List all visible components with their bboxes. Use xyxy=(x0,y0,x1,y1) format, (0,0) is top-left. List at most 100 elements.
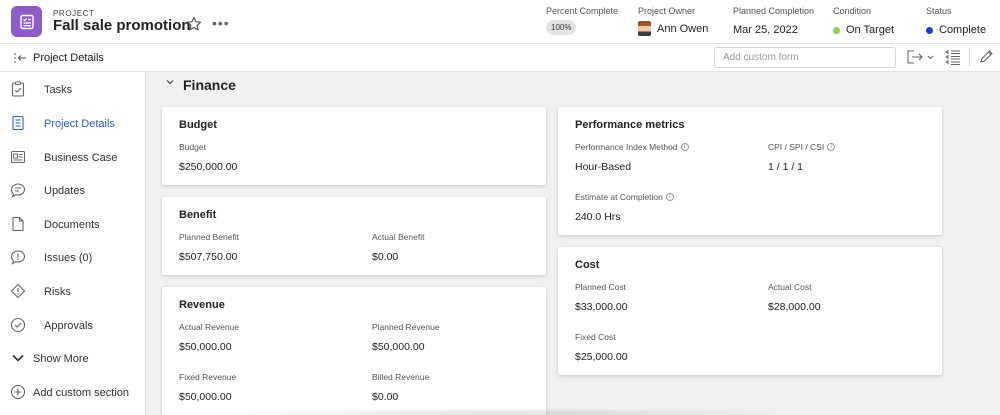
planned-completion-value[interactable]: Mar 25, 2022 xyxy=(733,24,814,36)
sidebar-item-tasks[interactable]: Tasks xyxy=(0,74,146,104)
project-icon xyxy=(11,6,42,37)
issues-icon xyxy=(10,250,26,265)
subbar-title: Project Details xyxy=(33,52,104,64)
favorite-star-icon[interactable] xyxy=(186,16,202,35)
updates-icon xyxy=(10,183,26,198)
field-value: 240.0 Hrs xyxy=(575,211,621,223)
revenue-card: Revenue Actual Revenue $50,000.00 Planne… xyxy=(162,287,546,415)
info-icon[interactable]: i xyxy=(680,143,689,151)
finance-collapse-toggle[interactable] xyxy=(165,77,175,87)
status-dot-icon xyxy=(926,26,933,34)
edit-pencil-icon[interactable] xyxy=(979,49,994,67)
field-value[interactable]: Hour-Based xyxy=(575,161,689,173)
planned-revenue-field: Planned Revenue $50,000.00 xyxy=(372,322,440,353)
field-label: Planned Cost xyxy=(575,282,627,292)
field-label: Fixed Revenue xyxy=(179,372,237,382)
fixed-revenue-field: Fixed Revenue $50,000.00 xyxy=(179,372,236,403)
header-bar: PROJECT Fall sale promotion ••• Percent … xyxy=(0,0,1000,44)
info-icon[interactable]: i xyxy=(827,143,836,151)
show-more-label: Show More xyxy=(33,353,89,365)
section-title-finance: Finance xyxy=(183,77,236,93)
field-label: Planned Revenue xyxy=(372,322,440,332)
sidebar-item-label: Updates xyxy=(44,185,85,197)
card-title: Performance metrics xyxy=(575,119,685,131)
sidebar-item-risks[interactable]: Risks xyxy=(0,276,146,306)
sub-toolbar: Project Details xyxy=(0,44,1000,72)
condition-label: Condition xyxy=(833,6,872,16)
estimate-at-completion-field: Estimate at Completion i 240.0 Hrs xyxy=(575,192,674,223)
sidebar-item-label: Project Details xyxy=(44,118,115,130)
card-title: Cost xyxy=(575,259,600,271)
chevron-down-icon xyxy=(12,354,24,362)
field-value[interactable]: $0.00 xyxy=(372,391,429,403)
field-value: 1 / 1 / 1 xyxy=(768,161,804,173)
field-value[interactable]: $50,000.00 xyxy=(179,341,239,353)
add-custom-section-button[interactable]: Add custom section xyxy=(0,377,146,407)
field-value[interactable]: $25,000.00 xyxy=(575,351,628,363)
field-label: Planned Benefit xyxy=(179,232,240,242)
sidebar-item-issues[interactable]: Issues (0) xyxy=(0,242,146,272)
project-owner-label: Project Owner xyxy=(638,6,696,16)
status-field: Status Complete xyxy=(926,6,986,36)
percent-complete-label: Percent Complete xyxy=(546,6,619,16)
condition-field: Condition On Target xyxy=(833,6,894,36)
sidebar-item-label: Issues (0) xyxy=(44,252,93,264)
field-value[interactable]: $507,750.00 xyxy=(179,251,239,263)
field-label: Fixed Cost xyxy=(575,332,616,342)
field-value[interactable]: $250,000.00 xyxy=(179,161,237,173)
info-icon[interactable]: i xyxy=(665,193,674,201)
sidebar: Tasks Project Details Business Case Upda… xyxy=(0,72,146,415)
sidebar-item-label: Approvals xyxy=(44,320,93,332)
sidebar-item-business-case[interactable]: Business Case xyxy=(0,142,146,172)
sidebar-item-updates[interactable]: Updates xyxy=(0,175,146,205)
export-icon[interactable] xyxy=(906,49,934,68)
list-view-icon[interactable] xyxy=(945,49,961,68)
cpi-spi-csi-field: CPI / SPI / CSI i 1 / 1 / 1 xyxy=(768,142,836,173)
toolbar-divider xyxy=(969,48,970,66)
owner-avatar xyxy=(638,21,651,36)
condition-value[interactable]: On Target xyxy=(846,24,894,36)
budget-card: Budget Budget $250,000.00 xyxy=(162,107,546,185)
budget-field: Budget $250,000.00 xyxy=(179,142,237,173)
field-label: Budget xyxy=(179,142,206,152)
planned-cost-field: Planned Cost $33,000.00 xyxy=(575,282,628,313)
collapse-panel-icon[interactable] xyxy=(13,52,27,67)
risks-icon xyxy=(10,283,26,299)
sidebar-item-label: Risks xyxy=(44,286,71,298)
card-title: Benefit xyxy=(179,209,217,221)
scroll-shadow xyxy=(200,408,800,415)
field-label: Performance Index Method xyxy=(575,142,678,152)
add-custom-form-input[interactable] xyxy=(714,47,896,68)
status-label: Status xyxy=(926,6,952,16)
show-more-toggle[interactable]: Show More xyxy=(0,343,146,373)
sidebar-item-label: Tasks xyxy=(44,84,73,96)
condition-dot-icon xyxy=(833,26,840,34)
sidebar-item-documents[interactable]: Documents xyxy=(0,209,146,239)
business-case-icon xyxy=(10,150,26,164)
sidebar-item-project-details[interactable]: Project Details xyxy=(0,108,146,138)
field-label: CPI / SPI / CSI xyxy=(768,142,825,152)
chevron-down-icon xyxy=(166,80,174,85)
sidebar-item-approvals[interactable]: Approvals xyxy=(0,310,146,340)
field-value[interactable]: $50,000.00 xyxy=(372,341,440,353)
card-title: Budget xyxy=(179,119,217,131)
field-label: Actual Cost xyxy=(768,282,812,292)
planned-completion-label: Planned Completion xyxy=(733,6,815,16)
planned-completion-field: Planned Completion Mar 25, 2022 xyxy=(733,6,814,36)
field-value[interactable]: $50,000.00 xyxy=(179,391,236,403)
status-value[interactable]: Complete xyxy=(939,24,986,36)
actual-revenue-field: Actual Revenue $50,000.00 xyxy=(179,322,239,353)
field-value[interactable]: $28,000.00 xyxy=(768,301,821,313)
sidebar-item-label: Business Case xyxy=(44,152,118,164)
field-value[interactable]: $33,000.00 xyxy=(575,301,628,313)
percent-complete-field: Percent Complete 100% xyxy=(546,6,618,35)
project-owner-value[interactable]: Ann Owen xyxy=(657,23,708,35)
field-label: Actual Revenue xyxy=(179,322,240,332)
documents-icon xyxy=(12,216,24,232)
more-options-icon[interactable]: ••• xyxy=(212,15,230,31)
details-icon xyxy=(12,115,24,131)
project-owner-field: Project Owner Ann Owen xyxy=(638,6,708,36)
add-custom-section-label: Add custom section xyxy=(33,387,129,399)
field-value[interactable]: $0.00 xyxy=(372,251,424,263)
actual-cost-field: Actual Cost $28,000.00 xyxy=(768,282,821,313)
